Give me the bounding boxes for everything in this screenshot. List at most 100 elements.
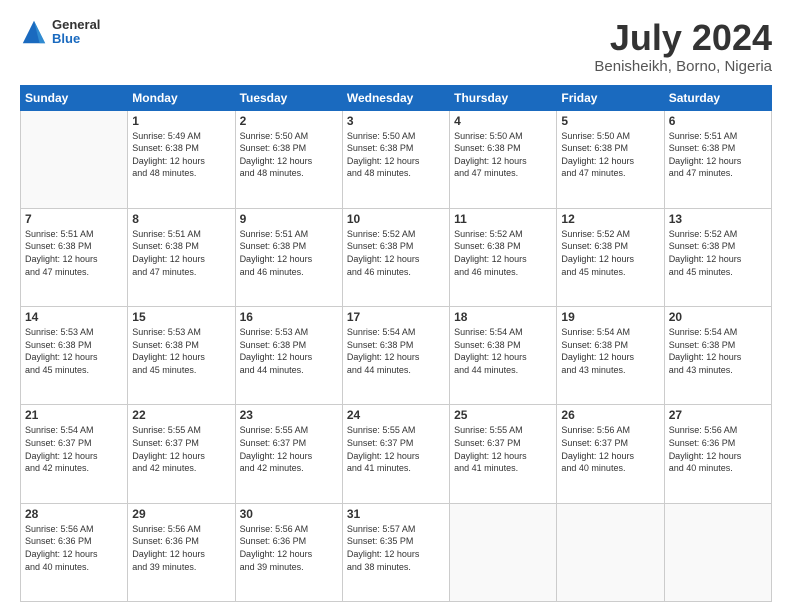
calendar-week-row: 14 Sunrise: 5:53 AMSunset: 6:38 PMDayligh… — [21, 307, 772, 405]
day-number: 6 — [669, 114, 767, 128]
main-title: July 2024 — [594, 18, 772, 58]
calendar-cell: 3 Sunrise: 5:50 AMSunset: 6:38 PMDaylight… — [342, 110, 449, 208]
cell-info: Sunrise: 5:49 AMSunset: 6:38 PMDaylight:… — [132, 130, 230, 180]
calendar-cell: 22 Sunrise: 5:55 AMSunset: 6:37 PMDayligh… — [128, 405, 235, 503]
day-number: 14 — [25, 310, 123, 324]
day-number: 22 — [132, 408, 230, 422]
subtitle: Benisheikh, Borno, Nigeria — [594, 58, 772, 75]
day-number: 26 — [561, 408, 659, 422]
cell-info: Sunrise: 5:50 AMSunset: 6:38 PMDaylight:… — [240, 130, 338, 180]
cell-info: Sunrise: 5:52 AMSunset: 6:38 PMDaylight:… — [347, 228, 445, 278]
day-number: 11 — [454, 212, 552, 226]
calendar-cell — [450, 503, 557, 601]
day-number: 21 — [25, 408, 123, 422]
calendar-cell: 2 Sunrise: 5:50 AMSunset: 6:38 PMDaylight… — [235, 110, 342, 208]
cell-info: Sunrise: 5:55 AMSunset: 6:37 PMDaylight:… — [132, 424, 230, 474]
calendar-cell: 25 Sunrise: 5:55 AMSunset: 6:37 PMDayligh… — [450, 405, 557, 503]
cell-info: Sunrise: 5:51 AMSunset: 6:38 PMDaylight:… — [240, 228, 338, 278]
cell-info: Sunrise: 5:55 AMSunset: 6:37 PMDaylight:… — [347, 424, 445, 474]
cell-info: Sunrise: 5:56 AMSunset: 6:36 PMDaylight:… — [25, 523, 123, 573]
calendar-cell: 21 Sunrise: 5:54 AMSunset: 6:37 PMDayligh… — [21, 405, 128, 503]
calendar-cell: 5 Sunrise: 5:50 AMSunset: 6:38 PMDaylight… — [557, 110, 664, 208]
cell-info: Sunrise: 5:54 AMSunset: 6:38 PMDaylight:… — [347, 326, 445, 376]
cell-info: Sunrise: 5:50 AMSunset: 6:38 PMDaylight:… — [347, 130, 445, 180]
calendar-cell: 4 Sunrise: 5:50 AMSunset: 6:38 PMDaylight… — [450, 110, 557, 208]
day-number: 7 — [25, 212, 123, 226]
calendar-cell: 27Sunrise: 5:56 AMSunset: 6:36 PMDayligh… — [664, 405, 771, 503]
day-number: 23 — [240, 408, 338, 422]
cell-info: Sunrise: 5:50 AMSunset: 6:38 PMDaylight:… — [454, 130, 552, 180]
calendar-cell: 20Sunrise: 5:54 AMSunset: 6:38 PMDayligh… — [664, 307, 771, 405]
calendar-cell: 9 Sunrise: 5:51 AMSunset: 6:38 PMDaylight… — [235, 208, 342, 306]
calendar-header-wednesday: Wednesday — [342, 85, 449, 110]
cell-info: Sunrise: 5:57 AMSunset: 6:35 PMDaylight:… — [347, 523, 445, 573]
calendar-cell: 7 Sunrise: 5:51 AMSunset: 6:38 PMDaylight… — [21, 208, 128, 306]
calendar-cell: 18Sunrise: 5:54 AMSunset: 6:38 PMDayligh… — [450, 307, 557, 405]
day-number: 27 — [669, 408, 767, 422]
day-number: 25 — [454, 408, 552, 422]
calendar-cell: 29Sunrise: 5:56 AMSunset: 6:36 PMDayligh… — [128, 503, 235, 601]
page: General Blue July 2024 Benisheikh, Borno… — [0, 0, 792, 612]
title-block: July 2024 Benisheikh, Borno, Nigeria — [594, 18, 772, 75]
calendar-cell: 6 Sunrise: 5:51 AMSunset: 6:38 PMDaylight… — [664, 110, 771, 208]
day-number: 15 — [132, 310, 230, 324]
calendar-header-tuesday: Tuesday — [235, 85, 342, 110]
day-number: 28 — [25, 507, 123, 521]
day-number: 18 — [454, 310, 552, 324]
cell-info: Sunrise: 5:51 AMSunset: 6:38 PMDaylight:… — [132, 228, 230, 278]
calendar-cell: 1 Sunrise: 5:49 AMSunset: 6:38 PMDaylight… — [128, 110, 235, 208]
calendar-week-row: 1 Sunrise: 5:49 AMSunset: 6:38 PMDaylight… — [21, 110, 772, 208]
day-number: 9 — [240, 212, 338, 226]
calendar-cell: 8 Sunrise: 5:51 AMSunset: 6:38 PMDaylight… — [128, 208, 235, 306]
calendar-cell — [21, 110, 128, 208]
cell-info: Sunrise: 5:56 AMSunset: 6:37 PMDaylight:… — [561, 424, 659, 474]
calendar-cell: 23Sunrise: 5:55 AMSunset: 6:37 PMDayligh… — [235, 405, 342, 503]
cell-info: Sunrise: 5:52 AMSunset: 6:38 PMDaylight:… — [669, 228, 767, 278]
calendar-cell: 13 Sunrise: 5:52 AMSunset: 6:38 PMDayligh… — [664, 208, 771, 306]
calendar-cell: 14Sunrise: 5:53 AMSunset: 6:38 PMDayligh… — [21, 307, 128, 405]
day-number: 13 — [669, 212, 767, 226]
logo-text: General Blue — [52, 18, 100, 47]
calendar-cell: 24 Sunrise: 5:55 AMSunset: 6:37 PMDayligh… — [342, 405, 449, 503]
cell-info: Sunrise: 5:50 AMSunset: 6:38 PMDaylight:… — [561, 130, 659, 180]
day-number: 8 — [132, 212, 230, 226]
calendar-header-monday: Monday — [128, 85, 235, 110]
logo-blue-text: Blue — [52, 32, 100, 46]
cell-info: Sunrise: 5:53 AMSunset: 6:38 PMDaylight:… — [240, 326, 338, 376]
day-number: 2 — [240, 114, 338, 128]
logo-icon — [20, 18, 48, 46]
header: General Blue July 2024 Benisheikh, Borno… — [20, 18, 772, 75]
calendar-week-row: 21 Sunrise: 5:54 AMSunset: 6:37 PMDayligh… — [21, 405, 772, 503]
day-number: 3 — [347, 114, 445, 128]
day-number: 10 — [347, 212, 445, 226]
cell-info: Sunrise: 5:51 AMSunset: 6:38 PMDaylight:… — [669, 130, 767, 180]
calendar-cell: 31 Sunrise: 5:57 AMSunset: 6:35 PMDayligh… — [342, 503, 449, 601]
day-number: 4 — [454, 114, 552, 128]
day-number: 24 — [347, 408, 445, 422]
day-number: 30 — [240, 507, 338, 521]
calendar-week-row: 7 Sunrise: 5:51 AMSunset: 6:38 PMDaylight… — [21, 208, 772, 306]
calendar-cell: 12Sunrise: 5:52 AMSunset: 6:38 PMDayligh… — [557, 208, 664, 306]
calendar-cell — [557, 503, 664, 601]
calendar-table: SundayMondayTuesdayWednesdayThursdayFrid… — [20, 85, 772, 602]
day-number: 16 — [240, 310, 338, 324]
cell-info: Sunrise: 5:51 AMSunset: 6:38 PMDaylight:… — [25, 228, 123, 278]
day-number: 5 — [561, 114, 659, 128]
calendar-cell: 19Sunrise: 5:54 AMSunset: 6:38 PMDayligh… — [557, 307, 664, 405]
logo-general-text: General — [52, 18, 100, 32]
day-number: 31 — [347, 507, 445, 521]
cell-info: Sunrise: 5:54 AMSunset: 6:38 PMDaylight:… — [561, 326, 659, 376]
calendar-week-row: 28 Sunrise: 5:56 AMSunset: 6:36 PMDayligh… — [21, 503, 772, 601]
calendar-header-row: SundayMondayTuesdayWednesdayThursdayFrid… — [21, 85, 772, 110]
calendar-cell: 26 Sunrise: 5:56 AMSunset: 6:37 PMDayligh… — [557, 405, 664, 503]
cell-info: Sunrise: 5:54 AMSunset: 6:38 PMDaylight:… — [669, 326, 767, 376]
cell-info: Sunrise: 5:52 AMSunset: 6:38 PMDaylight:… — [561, 228, 659, 278]
day-number: 1 — [132, 114, 230, 128]
cell-info: Sunrise: 5:55 AMSunset: 6:37 PMDaylight:… — [454, 424, 552, 474]
calendar-cell: 17Sunrise: 5:54 AMSunset: 6:38 PMDayligh… — [342, 307, 449, 405]
calendar-cell: 16 Sunrise: 5:53 AMSunset: 6:38 PMDayligh… — [235, 307, 342, 405]
cell-info: Sunrise: 5:54 AMSunset: 6:37 PMDaylight:… — [25, 424, 123, 474]
calendar-cell: 10 Sunrise: 5:52 AMSunset: 6:38 PMDayligh… — [342, 208, 449, 306]
calendar-cell: 30Sunrise: 5:56 AMSunset: 6:36 PMDayligh… — [235, 503, 342, 601]
calendar-header-thursday: Thursday — [450, 85, 557, 110]
